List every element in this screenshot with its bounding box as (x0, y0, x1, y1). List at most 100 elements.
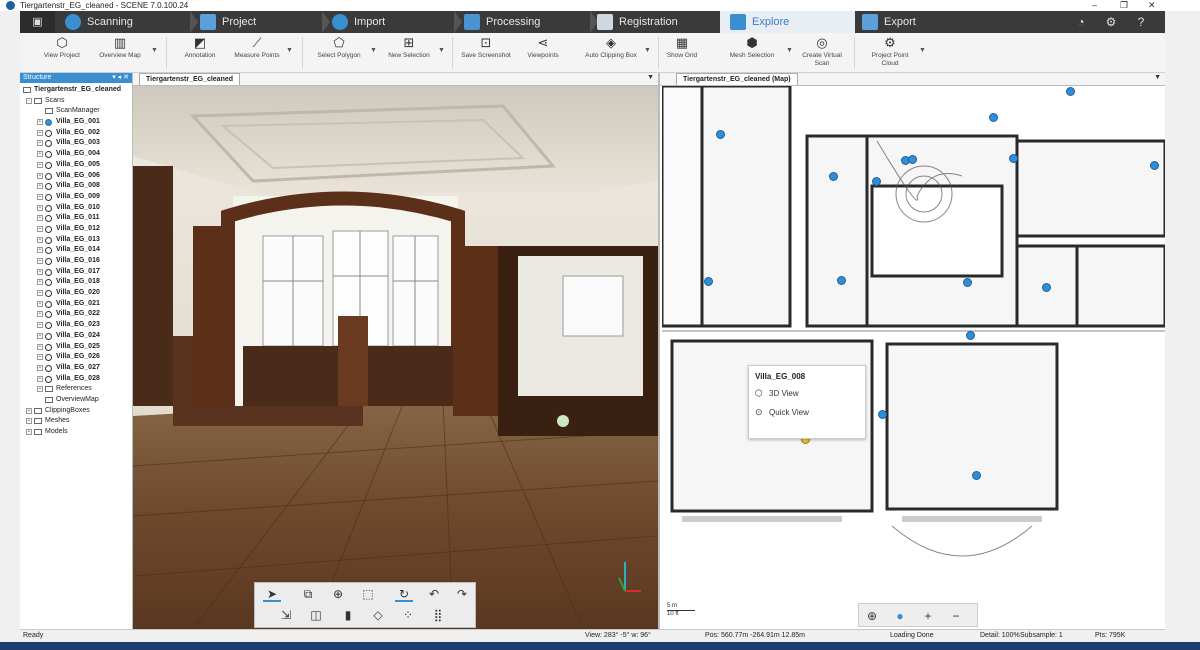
expand-icon[interactable]: + (37, 140, 43, 147)
expand-icon[interactable]: + (37, 225, 43, 232)
tree-scan-item[interactable]: + Villa_EG_001 (20, 117, 132, 128)
expand-icon[interactable]: + (37, 386, 43, 393)
tab-map-view[interactable]: Tiergartenstr_EG_cleaned (Map) (676, 73, 798, 85)
gear-icon[interactable]: ⚙ (1103, 14, 1119, 30)
scan-marker[interactable] (1065, 86, 1075, 96)
expand-icon[interactable]: + (37, 119, 43, 126)
redo-view-icon[interactable]: ↷ (453, 586, 471, 602)
measure-points-button[interactable]: ⟋ Measure Points (232, 35, 282, 71)
tree-scan-item[interactable]: + Villa_EG_011 (20, 213, 132, 224)
zoom-icon[interactable]: ⊕ (863, 608, 881, 624)
expand-icon[interactable]: + (37, 354, 43, 361)
expand-icon[interactable]: + (37, 129, 43, 136)
zoom-out-icon[interactable]: − (947, 608, 965, 624)
expand-icon[interactable]: + (37, 364, 43, 371)
expand-icon[interactable]: + (37, 268, 43, 275)
tree-group[interactable]: + ClippingBoxes (20, 406, 132, 417)
scan-marker[interactable] (1008, 153, 1018, 163)
scan-marker[interactable] (1149, 160, 1159, 170)
scan-marker[interactable] (988, 112, 998, 122)
view-project-button[interactable]: ⬡ View Project (42, 35, 82, 71)
tree-scan-item[interactable]: + Villa_EG_016 (20, 256, 132, 267)
expand-icon[interactable]: + (37, 151, 43, 158)
chevron-down-icon[interactable]: ▼ (786, 47, 794, 55)
3d-view-action[interactable]: ⬡ 3D View (755, 388, 799, 399)
measure-mode-icon[interactable]: ◔ (1073, 14, 1089, 30)
scan-marker[interactable] (715, 129, 725, 139)
show-grid-button[interactable]: ▦ Show Grid (664, 35, 700, 71)
tree-scan-item[interactable]: + Villa_EG_009 (20, 192, 132, 203)
tab-explore[interactable]: Explore (720, 11, 855, 33)
tree-scan-item[interactable]: + Villa_EG_010 (20, 203, 132, 214)
chevron-down-icon[interactable]: ▼ (919, 47, 927, 55)
section-icon[interactable]: ▮ (339, 607, 357, 623)
chevron-down-icon[interactable]: ▼ (286, 47, 294, 55)
chevron-down-icon[interactable]: ▼ (1154, 74, 1161, 81)
expand-icon[interactable]: + (37, 375, 43, 382)
expand-icon[interactable]: + (37, 204, 43, 211)
tree-scan-item[interactable]: + Villa_EG_014 (20, 245, 132, 256)
tree-scan-item[interactable]: + Villa_EG_006 (20, 171, 132, 182)
panel-controls[interactable]: ▾ ◂ ✕ (112, 73, 129, 83)
zoom-in-icon[interactable]: + (919, 608, 937, 624)
scan-marker[interactable] (965, 330, 975, 340)
expand-icon[interactable]: + (37, 247, 43, 254)
tree-scan-item[interactable]: + Villa_EG_027 (20, 363, 132, 374)
tree-scan-item[interactable]: + Villa_EG_004 (20, 149, 132, 160)
tab-export[interactable]: Export (862, 11, 982, 33)
tree-scan-item[interactable]: + Villa_EG_020 (20, 288, 132, 299)
measure-tool-icon[interactable]: ⇲ (277, 607, 295, 623)
expand-icon[interactable]: + (37, 215, 43, 222)
overview-map-button[interactable]: ▥ Overview Map (98, 35, 142, 71)
scan-marker[interactable] (703, 276, 713, 286)
tree-scan-item[interactable]: + Villa_EG_022 (20, 309, 132, 320)
expand-icon[interactable]: + (37, 236, 43, 243)
tree-scan-item[interactable]: + Villa_EG_028 (20, 374, 132, 385)
chevron-down-icon[interactable]: ▼ (644, 47, 652, 55)
expand-icon[interactable]: − (26, 97, 32, 104)
chevron-down-icon[interactable]: ▼ (647, 74, 654, 81)
scan-marker[interactable] (877, 409, 887, 419)
expand-icon[interactable]: + (37, 279, 43, 286)
expand-icon[interactable]: + (37, 172, 43, 179)
scan-marker[interactable] (907, 154, 917, 164)
points-icon[interactable]: ⁘ (399, 607, 417, 623)
expand-icon[interactable]: + (37, 290, 43, 297)
minimize-button[interactable]: – (1092, 0, 1097, 11)
tree-scan-item[interactable]: + Villa_EG_008 (20, 181, 132, 192)
tab-processing[interactable]: Processing (464, 11, 598, 33)
close-button[interactable]: ✕ (1148, 0, 1156, 11)
maximize-button[interactable]: ❐ (1120, 0, 1128, 11)
tree-group[interactable]: + Meshes (20, 416, 132, 427)
tab-3d-view[interactable]: Tiergartenstr_EG_cleaned (139, 73, 241, 85)
point-density-icon[interactable]: ⣿ (429, 607, 447, 623)
tab-registration[interactable]: Registration (597, 11, 730, 33)
split-view-icon[interactable]: ◫ (307, 607, 325, 623)
scan-marker[interactable] (971, 470, 981, 480)
tree-item[interactable]: + References (20, 384, 132, 395)
expand-icon[interactable]: + (37, 311, 43, 318)
tree-scan-item[interactable]: + Villa_EG_017 (20, 267, 132, 278)
box-view-icon[interactable]: ⬚ (359, 586, 377, 602)
3d-scene-viewport[interactable] (133, 86, 658, 629)
tree-group[interactable]: + Models (20, 427, 132, 438)
viewpoints-button[interactable]: ⋖ Viewpoints (522, 35, 564, 71)
tab-project[interactable]: Project (200, 11, 330, 33)
tab-scanning[interactable]: Scanning (65, 11, 198, 33)
tree-root[interactable]: Tiergartenstr_EG_cleaned (20, 85, 132, 96)
tree-scan-item[interactable]: + Villa_EG_012 (20, 224, 132, 235)
tree-scan-item[interactable]: + Villa_EG_026 (20, 352, 132, 363)
chevron-down-icon[interactable]: ▼ (370, 47, 378, 55)
object-icon[interactable]: ◇ (369, 607, 387, 623)
expand-icon[interactable]: + (26, 429, 32, 435)
expand-icon[interactable]: + (37, 183, 43, 190)
tree-scan-item[interactable]: + Villa_EG_013 (20, 235, 132, 246)
rotate-icon[interactable]: ↻ (395, 586, 413, 602)
expand-icon[interactable]: + (26, 407, 32, 414)
expand-icon[interactable]: + (37, 258, 43, 264)
floor-plan-map[interactable]: Villa_EG_008 ⬡ 3D View ⊙ Quick View 5 m 10… (662, 86, 1165, 629)
tree-scans[interactable]: − Scans (20, 96, 132, 107)
expand-icon[interactable]: + (37, 161, 43, 168)
scan-marker[interactable] (871, 176, 881, 186)
mesh-selection-button[interactable]: ⬢ Mesh Selection (728, 35, 776, 71)
